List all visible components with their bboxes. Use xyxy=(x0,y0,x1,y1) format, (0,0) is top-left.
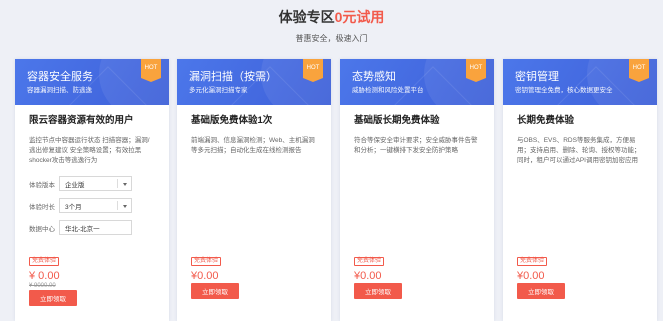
price-block: 免费体验 ¥ 0.00 ¥ 9000.00 xyxy=(29,249,60,290)
card-vuln-scan: 漏洞扫描（按需） 多元化漏洞扫描专家 HOT 基础版免费体验1次 前端漏洞、信息… xyxy=(177,59,331,321)
region-label: 数据中心 xyxy=(29,225,55,233)
card-header: 密钥管理 密钥管理全免费，核心数据更安全 HOT xyxy=(503,59,657,105)
offer-description: 与OBS、EVS、RDS等服务集成，方便易用；支持启用、删除、轮询、授权等功能；… xyxy=(517,137,641,164)
card-container-security: 容器安全服务 容器漏洞扫描、防逃逸 HOT 限云容器资源有效的用户 监控节点中容… xyxy=(15,59,169,321)
free-trial-tag: 免费体验 xyxy=(191,257,222,266)
duration-value: 3个月 xyxy=(65,203,82,211)
chevron-down-icon xyxy=(123,205,127,208)
card-header: 态势感知 威胁检测和风险处置平台 HOT xyxy=(340,59,494,105)
offer-title: 基础版长期免费体验 xyxy=(354,115,440,126)
claim-button[interactable]: 立即领取 xyxy=(29,290,77,306)
version-row: 体验版本 企业版 xyxy=(29,174,155,193)
chevron-down-icon xyxy=(123,183,127,186)
card-body: 长期免费体验 与OBS、EVS、RDS等服务集成，方便易用；支持启用、删除、轮询… xyxy=(503,105,657,321)
trial-config-form: 体验版本 企业版 体验时长 3个月 数据中心 华北-北京一 xyxy=(29,174,155,237)
product-cards: 容器安全服务 容器漏洞扫描、防逃逸 HOT 限云容器资源有效的用户 监控节点中容… xyxy=(15,59,661,321)
card-situation-awareness: 态势感知 威胁检测和风险处置平台 HOT 基础版长期免费体验 符合等保安全审计要… xyxy=(340,59,494,321)
version-label: 体验版本 xyxy=(29,181,55,189)
card-description: 容器漏洞扫描、防逃逸 xyxy=(27,87,92,94)
card-body: 基础版长期免费体验 符合等保安全审计要求；安全威胁事件告警和分析；一键横排下发安… xyxy=(340,105,494,321)
price-block: 免费体验 ¥0.00 xyxy=(517,249,548,282)
duration-row: 体验时长 3个月 xyxy=(29,196,155,215)
region-row: 数据中心 华北-北京一 xyxy=(29,218,155,237)
price: ¥ 0.00 xyxy=(29,270,60,282)
card-body: 基础版免费体验1次 前端漏洞、信息漏洞检测；Web、主机漏洞等多元扫描；自动化生… xyxy=(177,105,331,321)
offer-description: 监控节点中容器运行状态 扫描容器；漏洞/逃出修复建议 安全策略设置；有效拉黑sh… xyxy=(29,137,150,164)
version-value: 企业版 xyxy=(65,181,85,189)
card-key-management: 密钥管理 密钥管理全免费，核心数据更安全 HOT 长期免费体验 与OBS、EVS… xyxy=(503,59,657,321)
region-select[interactable]: 华北-北京一 xyxy=(59,220,132,235)
card-description: 威胁检测和风险处置平台 xyxy=(352,87,424,94)
offer-title: 基础版免费体验1次 xyxy=(191,115,273,126)
claim-button[interactable]: 立即领取 xyxy=(191,283,239,299)
card-body: 限云容器资源有效的用户 监控节点中容器运行状态 扫描容器；漏洞/逃出修复建议 安… xyxy=(15,105,169,321)
price: ¥0.00 xyxy=(517,270,545,282)
price-block: 免费体验 ¥0.00 xyxy=(191,249,222,282)
original-price: ¥ 9000.00 xyxy=(29,283,56,289)
hot-badge: HOT xyxy=(629,59,649,82)
card-header: 漏洞扫描（按需） 多元化漏洞扫描专家 HOT xyxy=(177,59,331,105)
offer-description: 前端漏洞、信息漏洞检测；Web、主机漏洞等多元扫描；自动化生成在线检测报告 xyxy=(191,137,315,154)
select-divider xyxy=(117,201,118,210)
card-description: 密钥管理全免费，核心数据更安全 xyxy=(515,87,613,94)
hot-badge: HOT xyxy=(466,59,486,82)
price: ¥0.00 xyxy=(354,270,382,282)
select-divider xyxy=(117,179,118,188)
hot-badge: HOT xyxy=(141,59,161,82)
card-header: 容器安全服务 容器漏洞扫描、防逃逸 HOT xyxy=(15,59,169,105)
offer-description: 符合等保安全审计要求；安全威胁事件告警和分析；一键横排下发安全防护策略 xyxy=(354,137,478,154)
claim-button[interactable]: 立即领取 xyxy=(354,283,402,299)
page-subtitle: 普惠安全，极速入门 xyxy=(295,34,368,43)
duration-select[interactable]: 3个月 xyxy=(59,198,132,213)
offer-title: 限云容器资源有效的用户 xyxy=(29,115,134,126)
page-title-accent: 0元试用 xyxy=(334,9,385,25)
page-title-main: 体验专区 xyxy=(278,9,335,25)
region-value: 华北-北京一 xyxy=(65,225,100,233)
page-title: 体验专区0元试用 xyxy=(0,8,663,26)
hot-badge: HOT xyxy=(303,59,323,82)
free-trial-tag: 免费体验 xyxy=(517,257,548,266)
claim-button[interactable]: 立即领取 xyxy=(517,283,565,299)
free-trial-tag: 免费体验 xyxy=(29,257,60,266)
version-select[interactable]: 企业版 xyxy=(59,176,132,191)
price-block: 免费体验 ¥0.00 xyxy=(354,249,385,282)
duration-label: 体验时长 xyxy=(29,203,55,211)
free-trial-tag: 免费体验 xyxy=(354,257,385,266)
page-header: 体验专区0元试用 普惠安全，极速入门 xyxy=(0,0,663,58)
offer-title: 长期免费体验 xyxy=(517,115,575,126)
card-description: 多元化漏洞扫描专家 xyxy=(189,87,248,94)
price: ¥0.00 xyxy=(191,270,219,282)
